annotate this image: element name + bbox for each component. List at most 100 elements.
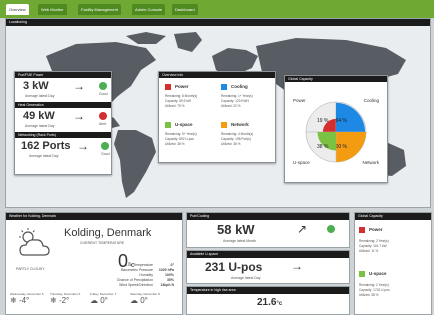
pue-power-heading: Pue/PUE Power	[15, 72, 111, 78]
pue-cooling-title: Pue/Cooling	[187, 213, 349, 220]
overview-power-line-1: Remaining: 8 Month(s)	[165, 94, 198, 98]
heat-generation-trend-icon: →	[73, 109, 85, 123]
trend-flat-icon: →	[291, 259, 303, 273]
cooling-color-icon	[221, 84, 227, 90]
forecast-item-4: ☁ 0°	[130, 296, 148, 305]
location-panel-title: Locationing	[6, 19, 430, 26]
networking-value: 162 Ports	[21, 140, 71, 152]
pue-cooling-value: 58 kW	[217, 222, 255, 237]
power-color-icon	[359, 227, 365, 233]
trend-up-icon: ↗	[297, 222, 308, 236]
networking-status-icon	[101, 142, 109, 150]
weather-row-value: 14kph N	[160, 283, 174, 287]
forecast-temp: -4°	[18, 296, 30, 305]
overview-network-line-2: Capacity: 198 Port(s)	[221, 137, 251, 141]
cloud-icon: ☁	[90, 296, 98, 305]
forecast-temp: 0°	[100, 296, 108, 305]
cloud-icon: ☁	[130, 296, 138, 305]
overview-uspace-line-1: Remaining: 5+ Year(s)	[165, 132, 197, 136]
overview-network[interactable]: Network Remaining: 4 Month(s) Capacity: …	[221, 122, 273, 152]
networking-heading: Networking (Rack Ports)	[15, 132, 111, 138]
weather-condition: PARTLY CLOUDY	[16, 267, 45, 271]
uspace-title: Available U-space	[187, 251, 349, 258]
tab-web-monitor[interactable]: Web Monitor	[38, 4, 67, 15]
overview-cooling-line-2: Capacity: 120 KWH	[221, 99, 249, 103]
right-capacity-uspace-line-3: Utilized: 38 %	[359, 293, 379, 297]
temperature-panel: Temperature in high rise area 21.6°c	[186, 286, 350, 315]
right-capacity-power[interactable]: Power Remaining: 2 Year(s) Capacity: 161…	[359, 227, 429, 261]
weather-row-label: Low Temperature	[126, 263, 153, 267]
temperature-title: Temperature in high rise area	[187, 287, 349, 294]
uspace-color-icon	[165, 122, 171, 128]
weather-row-value: 1020 hPa	[158, 268, 174, 272]
capacity-quadrant-chart[interactable]: Power19 %Cooling94 %Network100 %U-space3…	[285, 82, 387, 182]
overview-uspace-line-2: Capacity: 892 U-pos	[165, 137, 194, 141]
overview-cooling-line-1: Remaining: 1+ Year(s)	[221, 94, 253, 98]
pue-power-sub: Average latest Day	[25, 94, 55, 98]
weather-city: Kolding, Denmark	[64, 227, 152, 239]
capacity-value-uspace: 38 %	[317, 144, 329, 150]
networking-sub: Average latest Day	[29, 154, 59, 158]
weather-row-low-temp: Low Temperature -0°	[126, 263, 174, 267]
uspace-panel: Available U-space 231 U-pos Average late…	[186, 250, 350, 284]
network-color-icon	[221, 122, 227, 128]
overview-uspace-name: U-space	[175, 122, 193, 127]
right-capacity-power-line-3: Utilized: 11 %	[359, 249, 379, 253]
overview-network-name: Network	[231, 122, 249, 127]
forecast-item-1: ❄ -4°	[10, 296, 29, 305]
right-capacity-power-line-1: Remaining: 2 Year(s)	[359, 239, 389, 243]
snow-icon: ❄	[50, 296, 57, 305]
overview-cooling[interactable]: Cooling Remaining: 1+ Year(s) Capacity: …	[221, 84, 273, 114]
location-panel: Locationing Pue/PUE Power 3 kW Average l…	[5, 18, 431, 208]
overview-power-line-2: Capacity: 59.9 kW	[165, 99, 191, 103]
overview-power-line-3: Utilized: 79 %	[165, 104, 185, 108]
heat-generation-sub: Average latest Day	[25, 124, 55, 128]
overview-uspace[interactable]: U-space Remaining: 5+ Year(s) Capacity: …	[165, 122, 217, 152]
tab-overview[interactable]: Overview	[6, 4, 29, 15]
pue-power-value: 3 kW	[23, 80, 49, 92]
overview-network-line-3: Utilized: 36 %	[221, 142, 241, 146]
temperature-number: 21.6	[257, 297, 277, 308]
pue-cooling-sub: Average latest Month	[223, 239, 257, 243]
pue-power-status-icon	[99, 82, 107, 90]
overview-cooling-name: Cooling	[231, 84, 248, 89]
overview-card: Overview info Power Remaining: 8 Month(s…	[158, 71, 276, 163]
snow-icon: ❄	[10, 296, 17, 305]
heat-generation-value: 49 kW	[23, 110, 55, 122]
top-nav-bar: Overview Web Monitor Facility Management…	[0, 0, 434, 18]
heat-generation-heading: Heat Generation	[15, 102, 111, 108]
uspace-value: 231 U-pos	[205, 260, 263, 274]
dashboard-app: Overview Web Monitor Facility Management…	[0, 0, 434, 315]
weather-row-label: Humidity	[139, 273, 153, 277]
pue-power-status: Good	[99, 92, 108, 96]
weather-row-pressure: Barometric Pressure 1020 hPa	[121, 268, 174, 272]
weather-row-value: -0°	[169, 263, 174, 267]
location-summary-card: Pue/PUE Power 3 kW Average latest Day → …	[14, 71, 112, 175]
weather-row-wind: Wind Speed/Direction 14kph N	[119, 283, 174, 287]
pue-cooling-panel: Pue/Cooling 58 kW Average latest Month ↗	[186, 212, 350, 248]
power-color-icon	[165, 84, 171, 90]
right-capacity-panel: Global Capacity Power Remaining: 2 Year(…	[354, 212, 432, 315]
pue-cooling-status-icon	[327, 225, 335, 233]
tab-admin-console[interactable]: Admin Console	[132, 4, 166, 15]
overview-title: Overview info	[159, 72, 275, 78]
uspace-color-icon	[359, 271, 365, 277]
right-capacity-uspace[interactable]: U-space Remaining: 2 Year(s) Capacity: 1…	[359, 271, 429, 305]
overview-power-name: Power	[175, 84, 189, 89]
right-capacity-uspace-line-1: Remaining: 2 Year(s)	[359, 283, 389, 287]
right-capacity-title: Global Capacity	[355, 213, 431, 220]
pue-power-trend-icon: →	[73, 79, 85, 93]
overview-power[interactable]: Power Remaining: 8 Month(s) Capacity: 59…	[165, 84, 217, 114]
weather-subtitle: CURRENT TEMPERATURE	[80, 241, 125, 245]
capacity-value-power: 19 %	[317, 118, 329, 124]
tab-facility-management[interactable]: Facility Management	[78, 4, 121, 15]
heat-generation-status-icon	[99, 112, 107, 120]
temperature-unit: °c	[276, 301, 283, 307]
weather-row-label: Chance of Precipitation	[116, 278, 153, 282]
weather-row-humidity: Humidity 100%	[139, 273, 174, 277]
temperature-value: 21.6°c	[257, 297, 282, 308]
tab-dashboard[interactable]: Dashboard	[172, 4, 198, 15]
global-capacity-card: Global Capacity Power 19 % Cooling 94 % Netw…	[284, 75, 388, 183]
weather-row-value: 35%	[166, 278, 174, 282]
capacity-label-network: Network	[362, 160, 379, 165]
